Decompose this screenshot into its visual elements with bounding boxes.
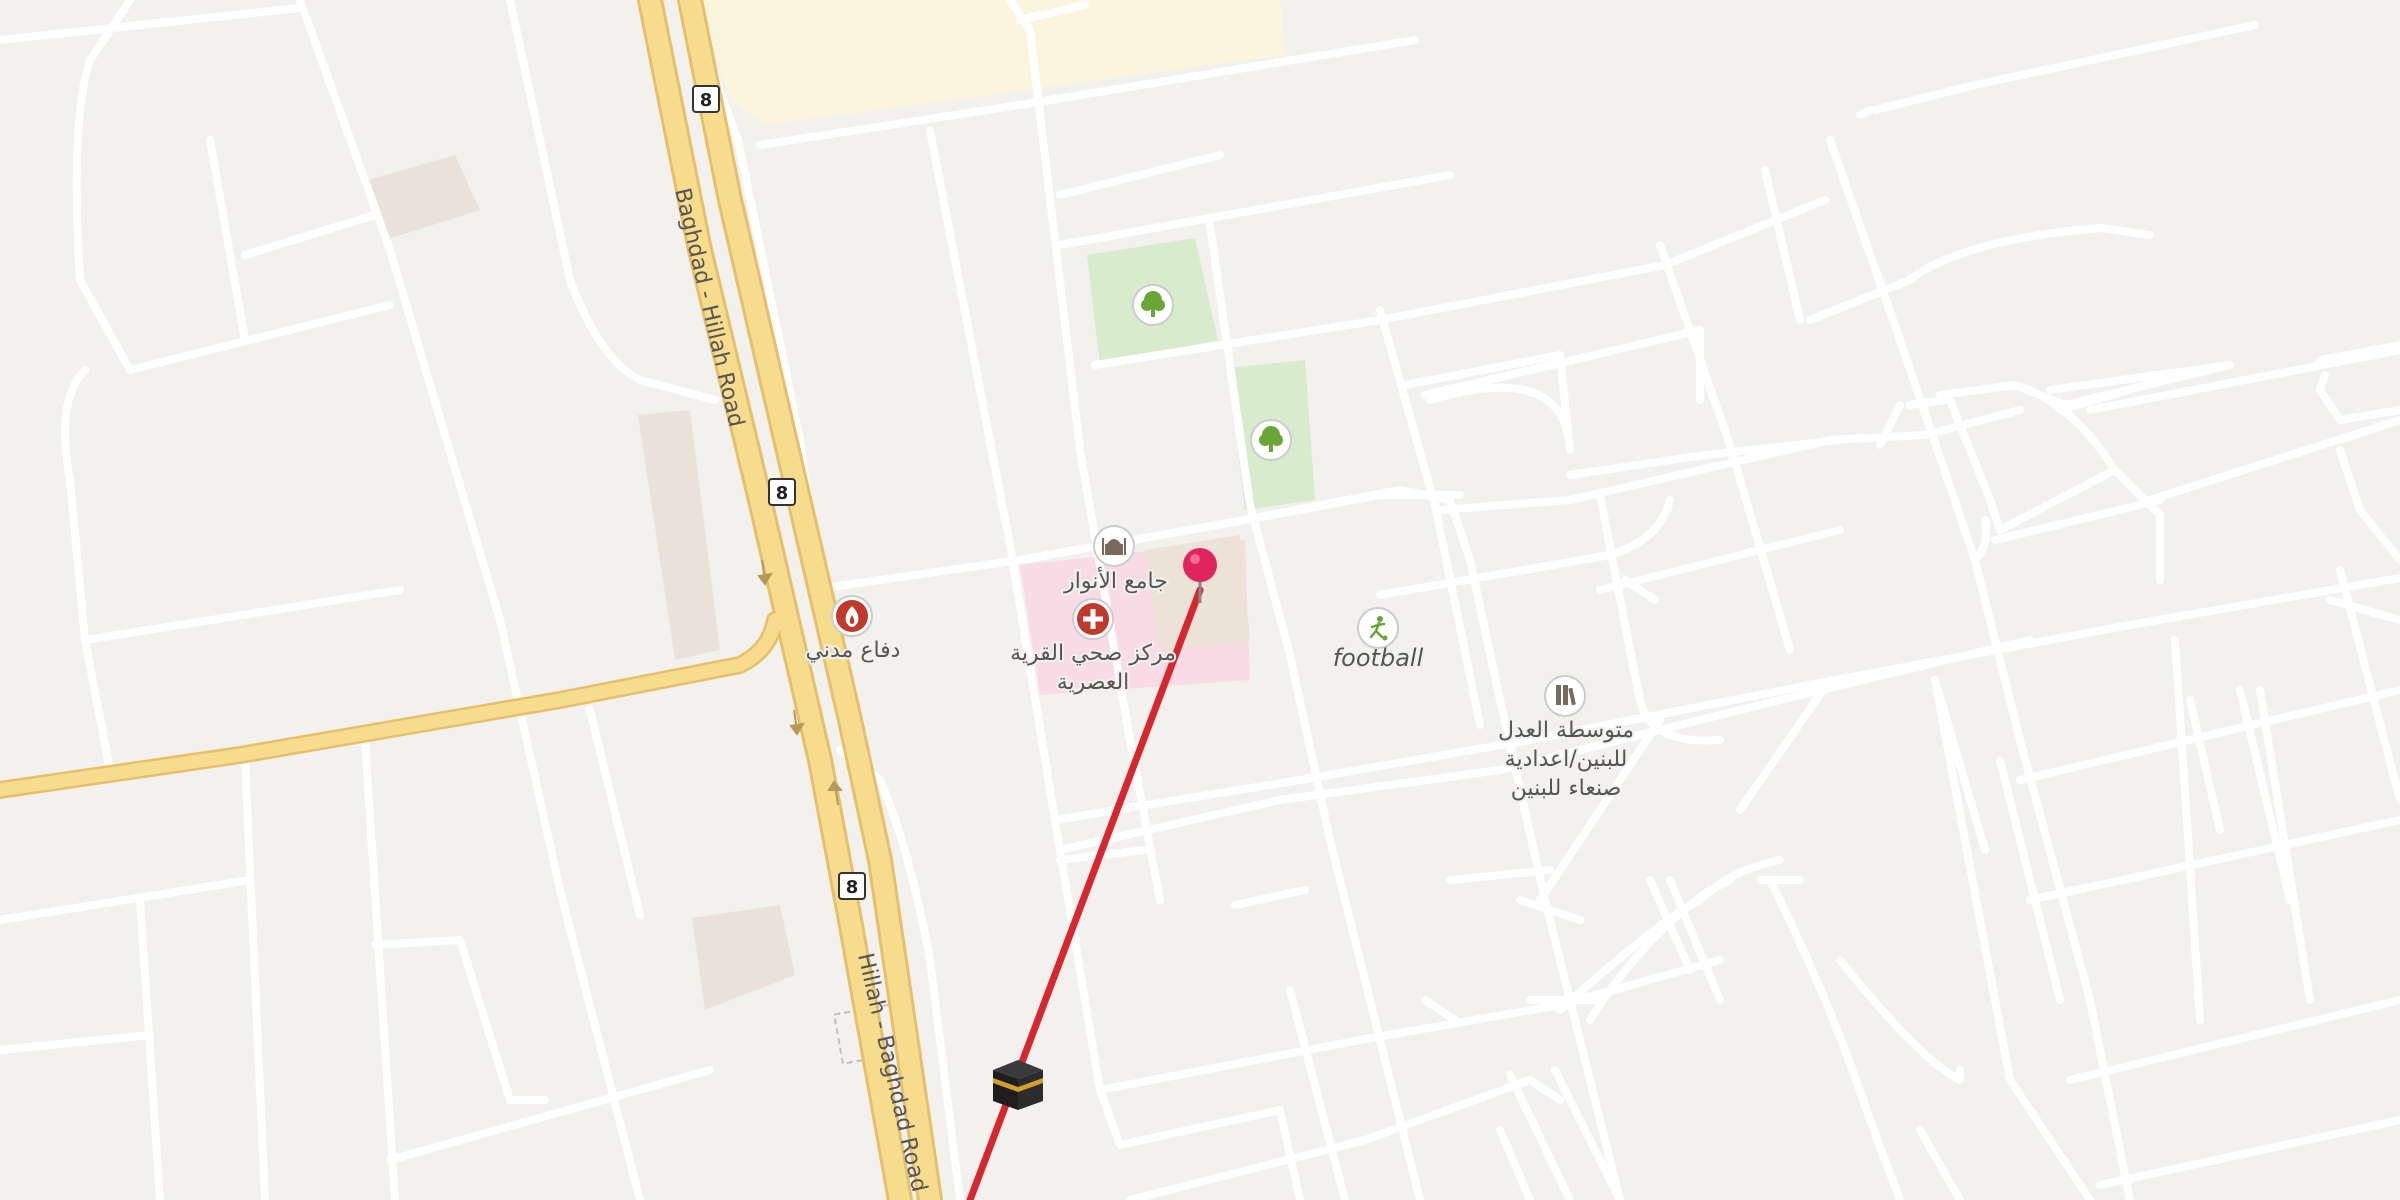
poi-label-clinic-line2: العصرية <box>1057 670 1130 695</box>
football-player-icon[interactable] <box>1357 607 1399 649</box>
poi-label-football: football <box>1333 644 1424 672</box>
poi-label-civil-defense: دفاع مدني <box>806 638 901 663</box>
map-canvas[interactable]: Baghdad - Hillah Road Hillah - Baghdad R… <box>0 0 2400 1200</box>
tree-icon[interactable] <box>1132 284 1174 326</box>
poi-label-clinic-line1: مركز صحي القرية <box>1010 641 1176 666</box>
medical-cross-icon[interactable] <box>1072 598 1114 640</box>
route-shield-label: 8 <box>846 877 859 898</box>
poi-label-mosque: جامع الأنوار <box>1063 567 1168 594</box>
poi-label-school-line1: متوسطة العدل <box>1498 718 1634 743</box>
fire-station-icon[interactable] <box>831 595 873 637</box>
school-icon[interactable] <box>1544 675 1586 717</box>
kaaba-icon[interactable] <box>993 1060 1043 1110</box>
route-shield-label: 8 <box>776 483 789 504</box>
route-shield-label: 8 <box>700 90 713 111</box>
poi-label-school-line2: للبنين/اعدادية <box>1505 747 1628 772</box>
tree-icon[interactable] <box>1250 419 1292 461</box>
route-shield: 8 <box>768 478 796 506</box>
mosque-icon[interactable] <box>1093 525 1135 567</box>
route-shield: 8 <box>838 872 866 900</box>
route-shield: 8 <box>692 85 720 113</box>
poi-label-school-line3: صنعاء للبنين <box>1511 776 1622 801</box>
